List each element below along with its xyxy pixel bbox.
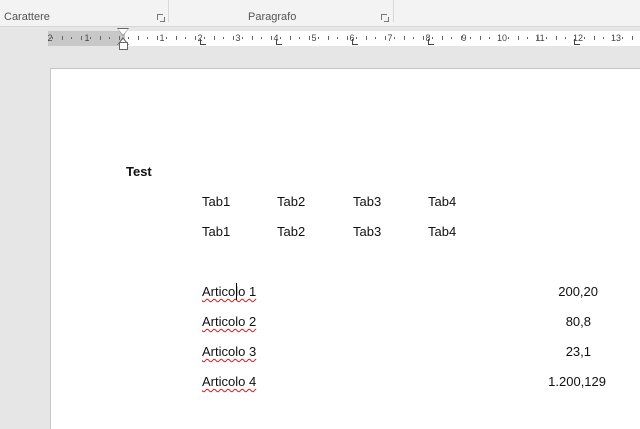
ruler-tick xyxy=(385,36,386,40)
article-name: Articolo 1 xyxy=(202,284,257,299)
left-tab-stop-icon[interactable] xyxy=(276,39,282,45)
horizontal-ruler[interactable]: 2 1 1 2 3 4 5 6 7 8 9 10 11 12 13 xyxy=(47,31,640,46)
ruler-tick xyxy=(204,37,205,39)
ruler-number: 2 xyxy=(47,33,53,43)
article-name: Articolo 3 xyxy=(202,344,257,359)
ribbon-group-strip: Carattere Paragrafo xyxy=(0,0,640,27)
text-cursor xyxy=(236,283,237,300)
ruler-tick xyxy=(157,36,158,40)
ruler-tick xyxy=(527,37,528,39)
ruler-tick xyxy=(356,37,357,39)
ruler-tick xyxy=(271,36,272,40)
ruler-tick xyxy=(347,36,348,40)
ruler-tick xyxy=(109,37,110,39)
ruler-tick xyxy=(537,36,538,40)
ruler-tick xyxy=(147,37,148,39)
ruler-tick xyxy=(451,37,452,39)
ruler-tick xyxy=(565,37,566,39)
ruler-tick xyxy=(423,36,424,40)
ruler-tick xyxy=(394,37,395,39)
tab-cell: Tab1 xyxy=(202,224,231,239)
article-value: 80,8 xyxy=(565,314,591,329)
tab-cell: Tab4 xyxy=(428,224,457,239)
ruler-tick xyxy=(480,36,481,40)
ruler-tick xyxy=(81,36,82,40)
ruler-tick xyxy=(546,37,547,39)
ruler-tick xyxy=(442,36,443,40)
carattere-dialog-launcher-icon[interactable] xyxy=(157,14,165,22)
ruler-tick xyxy=(71,37,72,39)
tab-cell: Tab3 xyxy=(353,194,382,209)
ruler-tick xyxy=(223,37,224,39)
ruler-tick xyxy=(508,37,509,39)
ruler-tick xyxy=(242,37,243,39)
group-separator xyxy=(168,0,169,22)
ruler-tick xyxy=(499,36,500,40)
ruler-tick xyxy=(52,37,53,39)
ruler-tick xyxy=(166,37,167,39)
ruler-tick xyxy=(337,37,338,39)
left-tab-stop-icon[interactable] xyxy=(200,39,206,45)
ruler-tick xyxy=(594,36,595,40)
ruler-tick xyxy=(290,36,291,40)
first-line-indent-fill xyxy=(118,29,128,35)
tab-cell: Tab4 xyxy=(428,194,457,209)
tab-cell: Tab2 xyxy=(277,194,306,209)
ruler-tick xyxy=(185,37,186,39)
tab-cell: Tab3 xyxy=(353,224,382,239)
group-separator xyxy=(393,0,394,22)
ruler-tick xyxy=(176,36,177,40)
ruler-tick xyxy=(518,36,519,40)
ruler-tick xyxy=(309,36,310,40)
paragrafo-dialog-launcher-icon[interactable] xyxy=(381,14,389,22)
ruler-tick xyxy=(261,37,262,39)
tab-cell: Tab2 xyxy=(277,224,306,239)
group-label-carattere: Carattere xyxy=(4,11,50,23)
left-indent-icon[interactable] xyxy=(119,42,128,50)
ruler-tick xyxy=(603,37,604,39)
article-value: 1.200,129 xyxy=(548,374,606,389)
ruler-tick xyxy=(461,36,462,40)
ruler-tick xyxy=(584,37,585,39)
ruler-tick xyxy=(413,37,414,39)
ruler-tick xyxy=(318,37,319,39)
ruler-tick xyxy=(280,37,281,39)
article-value: 23,1 xyxy=(565,344,591,359)
ruler-area: 2 1 1 2 3 4 5 6 7 8 9 10 11 12 13 xyxy=(0,27,640,68)
ruler-tick xyxy=(489,37,490,39)
tab-cell: Tab1 xyxy=(202,194,231,209)
ruler-tick xyxy=(575,36,576,40)
ruler-tick xyxy=(470,37,471,39)
ruler-tick xyxy=(195,36,196,40)
ruler-tick xyxy=(366,36,367,40)
ruler-tick xyxy=(138,36,139,40)
ruler-tick xyxy=(556,36,557,40)
ruler-tick xyxy=(613,36,614,40)
group-label-paragrafo: Paragrafo xyxy=(248,11,297,23)
ruler-tick xyxy=(375,37,376,39)
ruler-tick xyxy=(214,36,215,40)
ruler-tick xyxy=(90,37,91,39)
ruler-tick xyxy=(632,36,633,40)
ruler-tick xyxy=(233,36,234,40)
ruler-tick xyxy=(404,36,405,40)
ruler-tick xyxy=(622,37,623,39)
ruler-tick xyxy=(62,36,63,40)
article-name: Articolo 4 xyxy=(202,374,257,389)
left-tab-stop-icon[interactable] xyxy=(428,39,434,45)
ruler-tick xyxy=(100,36,101,40)
article-name: Articolo 2 xyxy=(202,314,257,329)
ruler-tick xyxy=(252,36,253,40)
article-value: 200,20 xyxy=(558,284,598,299)
ruler-tick xyxy=(432,37,433,39)
document-heading: Test xyxy=(126,164,152,179)
ruler-tick xyxy=(299,37,300,39)
left-tab-stop-icon[interactable] xyxy=(352,39,358,45)
ruler-tick xyxy=(328,36,329,40)
